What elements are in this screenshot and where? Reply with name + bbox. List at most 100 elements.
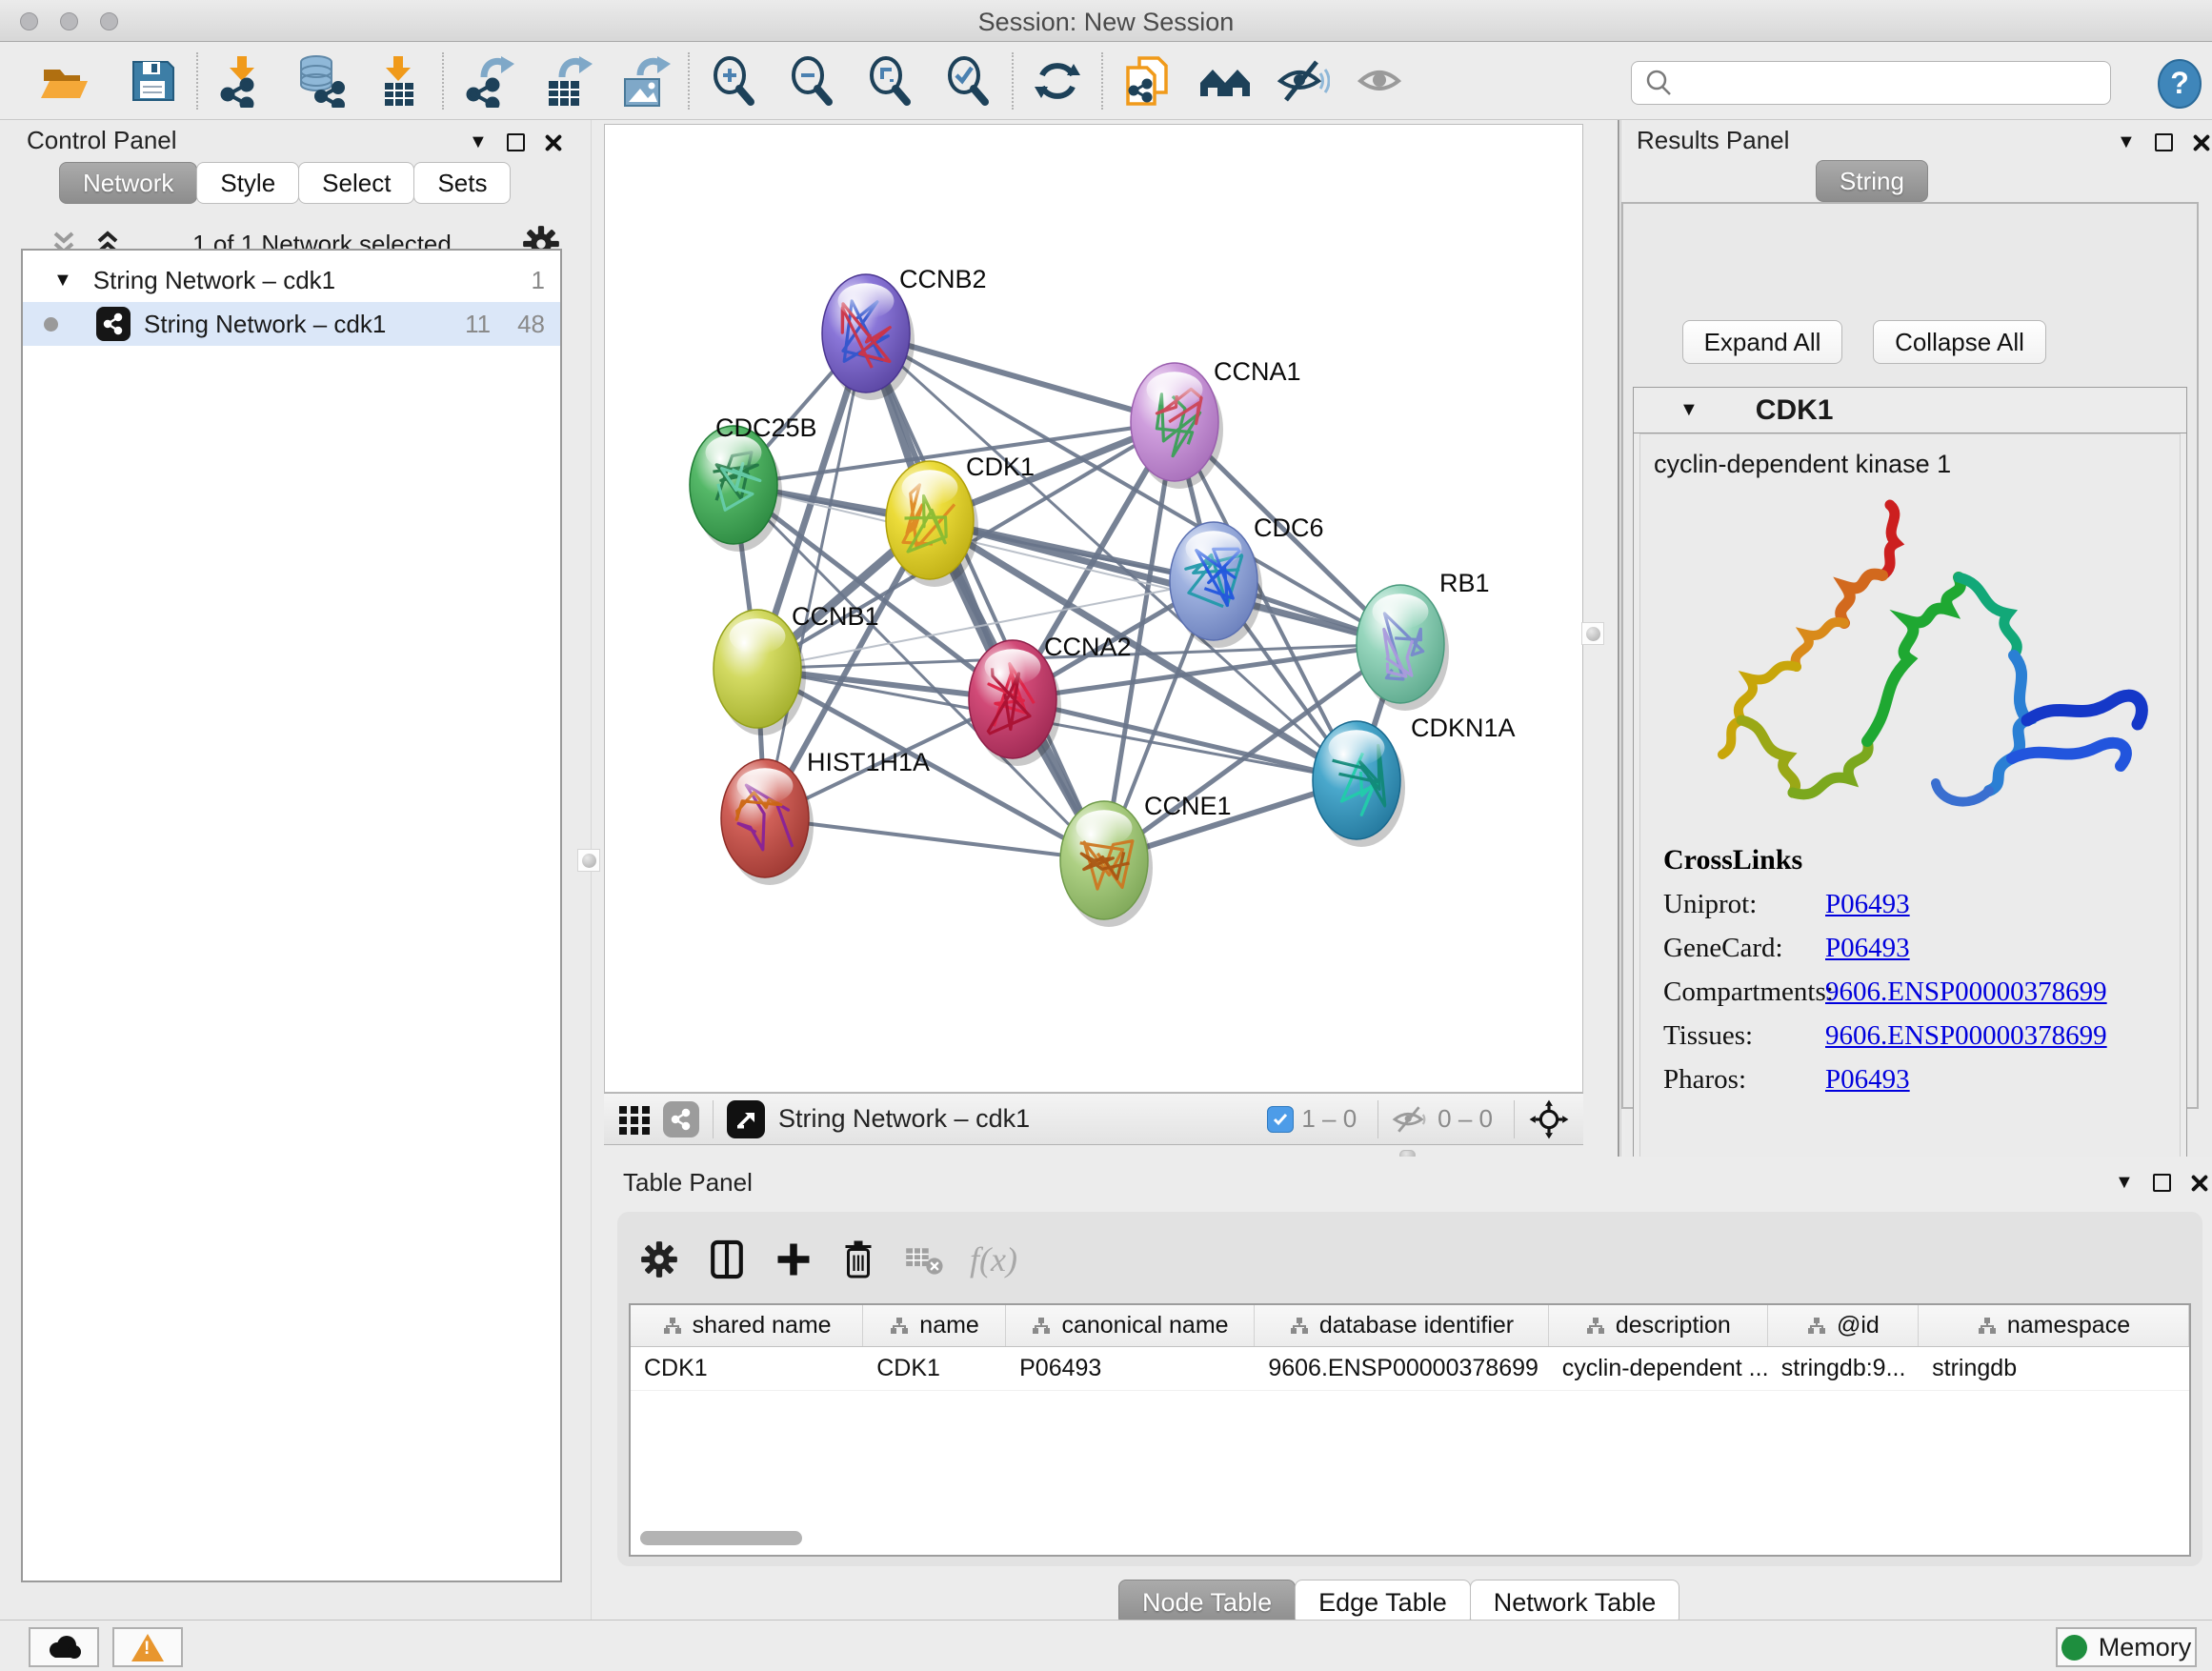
network-edge-CCNB2-CCNE1[interactable] — [866, 333, 1104, 860]
network-node-CCNB1[interactable]: CCNB1 — [714, 602, 879, 735]
network-share-view-icon[interactable] — [663, 1101, 699, 1137]
crosslink-link[interactable]: P06493 — [1825, 889, 1910, 920]
export-table-icon[interactable] — [539, 54, 593, 108]
table-horizontal-scrollbar[interactable] — [640, 1531, 802, 1545]
import-network-from-database-icon[interactable] — [293, 54, 347, 108]
crosslink-link[interactable]: P06493 — [1825, 1064, 1910, 1096]
warnings-button[interactable] — [112, 1627, 183, 1667]
column-header-canonical-name[interactable]: canonical name — [1006, 1305, 1255, 1346]
right-splitter-grip[interactable] — [1581, 622, 1604, 645]
tab-network[interactable]: Network — [59, 162, 197, 204]
network-node-RB1[interactable]: RB1 — [1357, 569, 1490, 711]
window-title: Session: New Session — [0, 8, 2212, 37]
birds-eye-view-icon[interactable] — [727, 1100, 765, 1138]
tab-string[interactable]: String — [1816, 160, 1928, 202]
network-canvas[interactable]: CCNB2CCNA1CDC25BCDK1CDC6RB1CCNB1CCNA2CDK… — [604, 124, 1583, 1093]
collapse-all-button[interactable]: Collapse All — [1873, 320, 2046, 364]
tab-network-table[interactable]: Network Table — [1470, 1580, 1680, 1625]
show-columns-icon[interactable] — [705, 1238, 749, 1281]
tab-select[interactable]: Select — [298, 162, 414, 204]
clear-table-icon — [903, 1242, 945, 1277]
memory-button[interactable]: Memory — [2056, 1627, 2197, 1667]
table-row[interactable]: CDK1CDK1P064939606.ENSP00000378699cyclin… — [631, 1347, 2189, 1391]
import-network-icon[interactable] — [215, 54, 269, 108]
section-disclosure-icon[interactable]: ▼ — [1679, 399, 1699, 421]
import-table-icon[interactable] — [372, 54, 425, 108]
network-node-CCNA2[interactable]: CCNA2 — [969, 633, 1132, 766]
show-all-icon[interactable] — [1355, 54, 1408, 108]
results-panel-float-icon[interactable] — [2155, 133, 2173, 151]
open-session-icon[interactable] — [38, 54, 91, 108]
left-splitter-grip[interactable] — [577, 849, 600, 872]
zoom-fit-icon[interactable] — [863, 54, 916, 108]
expand-all-button[interactable]: Expand All — [1682, 320, 1842, 364]
crosslink-label: Tissues: — [1663, 1020, 1825, 1052]
table-cell[interactable]: CDK1 — [631, 1347, 863, 1390]
column-header--id[interactable]: @id — [1768, 1305, 1919, 1346]
collection-disclosure-icon[interactable]: ▼ — [53, 270, 72, 292]
tab-style[interactable]: Style — [196, 162, 299, 204]
column-type-icon — [1585, 1316, 1606, 1337]
first-neighbors-icon[interactable] — [1198, 54, 1252, 108]
results-panel-close-icon[interactable] — [2192, 133, 2211, 152]
grid-view-icon[interactable] — [617, 1102, 652, 1137]
delete-column-icon[interactable] — [838, 1238, 878, 1281]
zoom-in-icon[interactable] — [707, 54, 760, 108]
tab-node-table[interactable]: Node Table — [1118, 1580, 1296, 1625]
create-column-icon[interactable] — [774, 1239, 814, 1279]
control-panel-menu-icon[interactable]: ▼ — [469, 131, 488, 153]
selected-nodes-checkbox[interactable] — [1267, 1106, 1294, 1133]
duplicate-network-icon[interactable] — [1120, 54, 1174, 108]
tab-edge-table[interactable]: Edge Table — [1295, 1580, 1471, 1625]
control-panel-float-icon[interactable] — [507, 133, 525, 151]
table-cell[interactable]: stringdb — [1919, 1347, 2189, 1390]
network-node-CCNE1[interactable]: CCNE1 — [1060, 792, 1232, 927]
cloud-status-button[interactable] — [29, 1627, 99, 1667]
results-panel-menu-icon[interactable]: ▼ — [2117, 131, 2136, 153]
table-cell[interactable]: CDK1 — [863, 1347, 1006, 1390]
export-network-icon[interactable] — [461, 54, 514, 108]
column-type-icon — [1289, 1316, 1310, 1337]
help-icon[interactable]: ? — [2155, 59, 2204, 109]
network-node-HIST1H1A[interactable]: HIST1H1A — [721, 748, 930, 885]
search-input[interactable] — [1683, 64, 2110, 102]
network-node-CCNB2[interactable]: CCNB2 — [822, 265, 987, 400]
network-row[interactable]: String Network – cdk1 11 48 — [23, 302, 560, 346]
table-panel-close-icon[interactable] — [2190, 1174, 2209, 1193]
save-session-icon[interactable] — [126, 54, 179, 108]
zoom-out-icon[interactable] — [785, 54, 838, 108]
table-cell[interactable]: stringdb:9... — [1768, 1347, 1919, 1390]
toolbar-separator — [688, 52, 690, 110]
column-header-shared-name[interactable]: shared name — [631, 1305, 863, 1346]
tab-sets[interactable]: Sets — [413, 162, 511, 204]
pan-crosshair-icon[interactable] — [1528, 1098, 1570, 1140]
control-panel-close-icon[interactable] — [544, 133, 563, 152]
crosslink-link[interactable]: P06493 — [1825, 933, 1910, 964]
column-header-name[interactable]: name — [863, 1305, 1006, 1346]
column-header-namespace[interactable]: namespace — [1919, 1305, 2189, 1346]
table-cell[interactable]: P06493 — [1006, 1347, 1255, 1390]
column-header-description[interactable]: description — [1549, 1305, 1768, 1346]
network-node-CCNA1[interactable]: CCNA1 — [1131, 357, 1301, 489]
crosslink-link[interactable]: 9606.ENSP00000378699 — [1825, 1020, 2107, 1052]
table-options-gear-icon[interactable] — [638, 1238, 680, 1280]
zoom-selected-icon[interactable] — [941, 54, 995, 108]
node-section-header[interactable]: ▼ CDK1 — [1634, 388, 2186, 433]
table-cell[interactable]: cyclin-dependent ... — [1549, 1347, 1768, 1390]
table-panel-menu-icon[interactable]: ▼ — [2115, 1172, 2134, 1194]
hide-selected-icon[interactable] — [1277, 54, 1330, 108]
apply-layout-icon[interactable] — [1031, 54, 1084, 108]
column-header-database-identifier[interactable]: database identifier — [1255, 1305, 1549, 1346]
node-details-section: ▼ CDK1 cyclin-dependent kinase 1 — [1633, 387, 2187, 1181]
network-edge-CDK1-RB1[interactable] — [930, 520, 1400, 644]
crosslink-link[interactable]: 9606.ENSP00000378699 — [1825, 976, 2107, 1008]
table-panel-float-icon[interactable] — [2153, 1174, 2171, 1192]
network-node-CDKN1A[interactable]: CDKN1A — [1313, 714, 1516, 847]
network-collection-row[interactable]: ▼ String Network – cdk1 1 — [23, 258, 560, 302]
export-image-icon[interactable] — [617, 54, 671, 108]
table-cell[interactable]: 9606.ENSP00000378699 — [1255, 1347, 1548, 1390]
memory-status-dot — [2061, 1635, 2087, 1661]
network-node-CDC25B[interactable]: CDC25B — [690, 413, 817, 552]
network-edge-HIST1H1A-CCNE1[interactable] — [765, 818, 1104, 860]
network-node-CDC6[interactable]: CDC6 — [1170, 513, 1324, 648]
